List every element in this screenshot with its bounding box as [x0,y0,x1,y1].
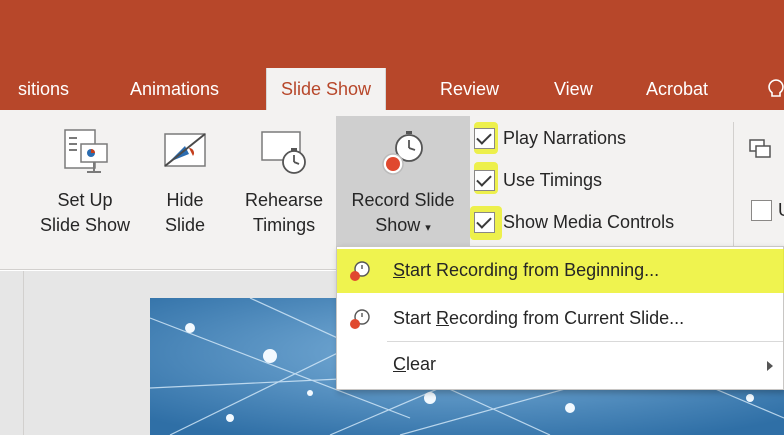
thumbnail-pane [0,271,24,435]
menu-item-clear[interactable]: Clear [337,343,784,387]
tab-slide-show[interactable]: Slide Show [266,68,387,112]
show-media-controls-label: Show Media Controls [503,211,675,232]
play-narrations-label: Play Narrations [503,127,627,148]
tab-acrobat[interactable]: Acrobat [646,68,708,110]
monitor-icon[interactable] [748,138,772,160]
setup-slideshow-icon [64,129,108,173]
use-presenter-view-label: U [778,200,784,221]
use-timings-label: Use Timings [503,169,603,190]
tab-view[interactable]: View [554,68,593,110]
ribbon-tab-bar: sitions Animations Slide Show Review Vie… [0,68,784,112]
menu-separator [387,341,783,342]
menu-item-start-from-beginning[interactable]: Start Recording from Beginning... [337,249,784,293]
set-up-label-line2: Slide Show [39,215,131,235]
rehearse-timings-button[interactable]: Rehearse Timings [234,116,334,258]
rehearse-timings-icon [261,131,306,174]
show-media-controls-checkbox[interactable]: Show Media Controls [474,208,674,236]
accelerator-key: C [393,354,406,374]
accelerator-key: R [436,308,450,328]
rehearse-label-line2: Timings [252,215,316,235]
tab-animations[interactable]: Animations [130,68,219,110]
hide-label-line2: Slide [164,215,206,235]
hide-label-line1: Hide [166,190,204,210]
menu-item-start-from-current[interactable]: Start Recording from Current Slide... [337,297,784,341]
hide-slide-icon [164,133,206,167]
rehearse-label-line1: Rehearse [244,190,324,210]
record-label-line1: Record Slide [351,190,455,210]
use-timings-checkbox[interactable]: Use Timings [474,166,602,194]
play-narrations-checkbox[interactable]: Play Narrations [474,124,626,152]
title-bar [0,0,784,68]
lightbulb-icon[interactable] [768,79,784,106]
set-up-label-line1: Set Up [57,190,113,210]
set-up-slide-show-button[interactable]: Set Up Slide Show [30,116,140,258]
hide-slide-button[interactable]: Hide Slide [150,116,220,258]
record-dropdown-menu: Start Recording from Beginning... Start … [336,246,784,390]
record-slide-show-button[interactable]: Record Slide Show ▾ [336,116,470,258]
record-label-line2: Show ▾ [375,215,431,235]
ribbon-separator [733,122,734,258]
record-stopwatch-icon [350,309,370,329]
record-slideshow-icon [382,131,423,175]
chevron-right-icon [767,361,773,371]
accelerator-key: S [393,260,406,280]
tab-review[interactable]: Review [440,68,499,110]
use-presenter-view-checkbox[interactable] [751,200,772,221]
record-stopwatch-icon [350,261,370,281]
chevron-down-icon: ▾ [425,222,431,234]
tab-transitions[interactable]: sitions [18,68,69,110]
